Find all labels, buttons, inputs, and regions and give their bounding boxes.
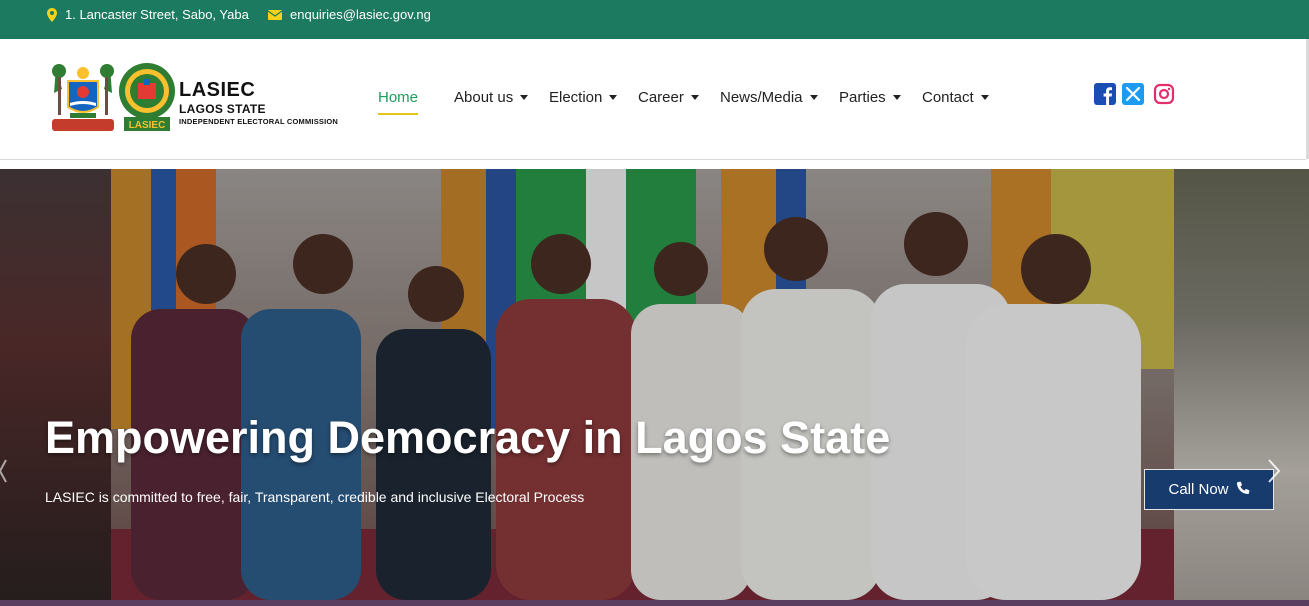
svg-text:LASIEC: LASIEC	[129, 120, 166, 131]
nav-parties[interactable]: Parties	[839, 89, 901, 106]
nav-news-media[interactable]: News/Media	[720, 89, 818, 106]
hero-subtitle: LASIEC is committed to free, fair, Trans…	[45, 489, 585, 505]
address-item: 1. Lancaster Street, Sabo, Yaba	[47, 7, 249, 22]
brand-name: LASIEC	[179, 79, 256, 101]
bottom-strip	[0, 600, 1309, 606]
hero-slider: Empowering Democracy in Lagos State LASI…	[0, 169, 1309, 600]
nav-about-label: About us	[454, 89, 514, 106]
nav-career[interactable]: Career	[638, 89, 699, 106]
call-now-button[interactable]: Call Now	[1144, 469, 1274, 510]
caret-down-icon	[690, 95, 699, 100]
lasiec-badge-icon: LASIEC	[118, 61, 176, 138]
brand-fullname: INDEPENDENT ELECTORAL COMMISSION	[179, 117, 339, 126]
x-icon[interactable]	[1122, 83, 1144, 110]
nav-news-media-label: News/Media	[720, 89, 803, 106]
call-now-label: Call Now	[1168, 481, 1229, 498]
hero-title: Empowering Democracy in Lagos State	[45, 412, 891, 463]
nav-career-label: Career	[638, 89, 684, 106]
site-header: LASIEC LASIEC LAGOS STATE INDEPENDENT EL…	[0, 39, 1306, 160]
email-link[interactable]: enquiries@lasiec.gov.ng	[290, 7, 431, 22]
facebook-icon[interactable]	[1094, 83, 1116, 110]
phone-icon	[1236, 481, 1250, 498]
caret-down-icon	[520, 95, 529, 100]
nav-election-label: Election	[549, 89, 603, 106]
nav-contact-label: Contact	[922, 89, 974, 106]
instagram-icon[interactable]	[1153, 83, 1175, 110]
active-underline	[378, 113, 419, 115]
brand-state: LAGOS STATE	[179, 102, 266, 116]
nav-about[interactable]: About us	[454, 89, 529, 106]
address-text: 1. Lancaster Street, Sabo, Yaba	[65, 7, 249, 22]
chevron-right-icon[interactable]	[1266, 457, 1282, 490]
hero-overlay	[0, 169, 1309, 600]
envelope-icon	[268, 9, 282, 20]
lagos-coat-of-arms-icon	[48, 59, 118, 139]
caret-down-icon	[609, 95, 618, 100]
location-pin-icon	[47, 7, 57, 22]
nav-parties-label: Parties	[839, 89, 886, 106]
nav-contact[interactable]: Contact	[922, 89, 989, 106]
caret-down-icon	[809, 95, 818, 100]
top-contact-bar: 1. Lancaster Street, Sabo, Yaba enquirie…	[0, 0, 1309, 39]
nav-home[interactable]: Home	[378, 89, 419, 115]
email-item[interactable]: enquiries@lasiec.gov.ng	[268, 7, 431, 22]
caret-down-icon	[980, 95, 989, 100]
lasiec-logo[interactable]: LASIEC LASIEC LAGOS STATE INDEPENDENT EL…	[48, 59, 358, 134]
caret-down-icon	[892, 95, 901, 100]
chevron-left-icon[interactable]	[0, 457, 8, 490]
nav-home-label: Home	[378, 89, 419, 106]
nav-election[interactable]: Election	[549, 89, 618, 106]
